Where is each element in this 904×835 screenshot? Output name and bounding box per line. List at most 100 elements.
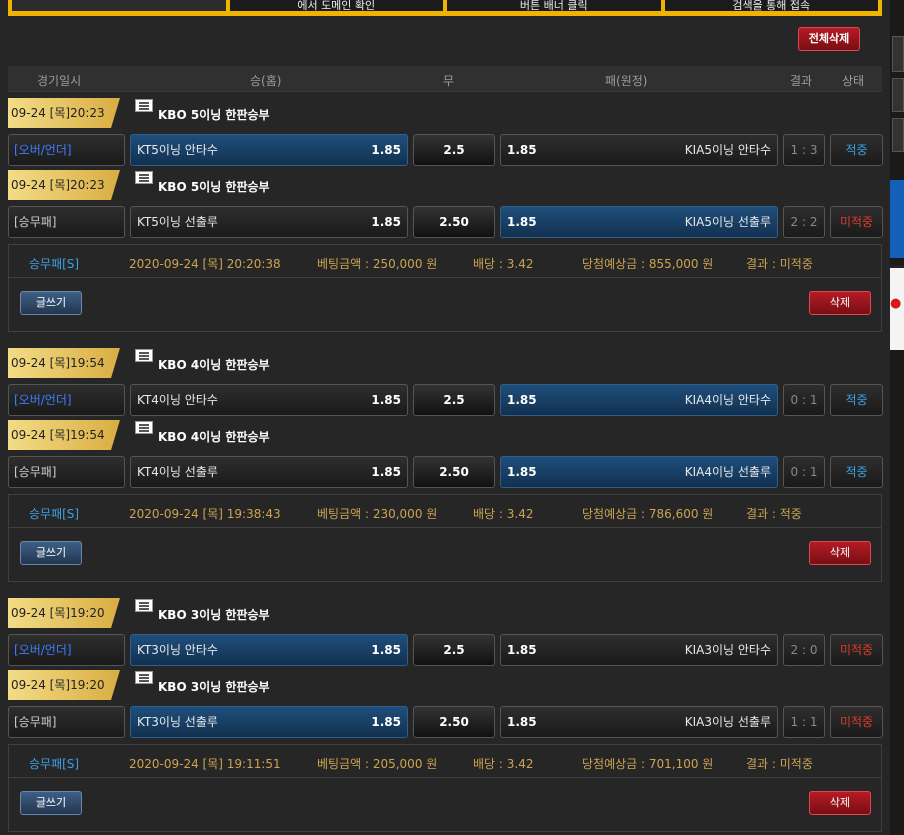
top-banner[interactable]: 에서 도메인 확인 버튼 배너 클릭 검색을 통해 접속 [8, 0, 882, 16]
away-team: KIA5이닝 선출루 [684, 215, 771, 229]
status-badge: 미적중 [830, 206, 883, 238]
game-row: [승무패] KT5이닝 선출루 1.85 2.50 1.85 KIA5이닝 선출루 … [8, 206, 884, 240]
away-odds-cell[interactable]: 1.85 KIA3이닝 안타수 [500, 634, 778, 666]
delete-all-button[interactable]: 전체삭제 [798, 27, 860, 51]
delete-button[interactable]: 삭제 [809, 791, 871, 815]
delete-button[interactable]: 삭제 [809, 541, 871, 565]
bet-summary: 승무패[S] 2020-09-24 [목] 20:20:38 베팅금액 : 25… [8, 244, 882, 332]
column-date: 경기일시 [37, 74, 82, 88]
league-flag-icon [135, 421, 153, 434]
draw-odds-cell[interactable]: 2.5 [413, 384, 495, 416]
home-team: KT3이닝 선출루 [137, 715, 218, 729]
status-badge: 적중 [830, 384, 883, 416]
game-header: 09-24 [목]19:54 KBO 4이닝 한판승부 [8, 420, 308, 450]
delete-button[interactable]: 삭제 [809, 291, 871, 315]
summary-odds: 배당 : 3.42 [473, 757, 534, 771]
column-draw: 무 [443, 74, 455, 88]
column-home: 승(홈) [250, 74, 282, 88]
away-team: KIA3이닝 선출루 [684, 715, 771, 729]
home-odds-cell[interactable]: KT4이닝 선출루 1.85 [130, 456, 408, 488]
summary-result: 결과 : 미적중 [746, 757, 813, 771]
away-odd: 1.85 [507, 715, 537, 729]
home-odds-cell[interactable]: KT3이닝 선출루 1.85 [130, 706, 408, 738]
draw-odds-cell[interactable]: 2.50 [413, 706, 495, 738]
away-team: KIA5이닝 안타수 [684, 143, 771, 157]
away-odds-cell[interactable]: 1.85 KIA4이닝 선출루 [500, 456, 778, 488]
summary-amount: 베팅금액 : 205,000 원 [317, 757, 438, 771]
bet-type: [오버/언더] [8, 134, 125, 166]
game-header: 09-24 [목]19:20 KBO 3이닝 한판승부 [8, 598, 308, 628]
game-row: [승무패] KT4이닝 선출루 1.85 2.50 1.85 KIA4이닝 선출루 … [8, 456, 884, 490]
away-odds-cell[interactable]: 1.85 KIA4이닝 안타수 [500, 384, 778, 416]
status-badge: 적중 [830, 456, 883, 488]
game-row: [오버/언더] KT4이닝 안타수 1.85 2.5 1.85 KIA4이닝 안타수… [8, 384, 884, 418]
home-odd: 1.85 [371, 643, 401, 657]
summary-line: 승무패[S] 2020-09-24 [목] 20:20:38 베팅금액 : 25… [9, 245, 881, 278]
home-odd: 1.85 [371, 143, 401, 157]
bet-type: [승무패] [8, 206, 125, 238]
away-odds-cell[interactable]: 1.85 KIA5이닝 선출루 [500, 206, 778, 238]
summary-line: 승무패[S] 2020-09-24 [목] 19:11:51 베팅금액 : 20… [9, 745, 881, 778]
draw-odds-cell[interactable]: 2.5 [413, 634, 495, 666]
game-title: KBO 5이닝 한판승부 [158, 108, 270, 122]
bet-slip: 09-24 [목]19:20 KBO 3이닝 한판승부 [오버/언더] KT3이… [0, 598, 904, 835]
game-header: 09-24 [목]19:54 KBO 4이닝 한판승부 [8, 348, 308, 378]
home-odds-cell[interactable]: KT4이닝 안타수 1.85 [130, 384, 408, 416]
write-button[interactable]: 글쓰기 [20, 291, 82, 315]
draw-odds-cell[interactable]: 2.5 [413, 134, 495, 166]
draw-odds-cell[interactable]: 2.50 [413, 456, 495, 488]
write-button[interactable]: 글쓰기 [20, 791, 82, 815]
game-title: KBO 3이닝 한판승부 [158, 680, 270, 694]
away-team: KIA4이닝 안타수 [684, 393, 771, 407]
away-odds-cell[interactable]: 1.85 KIA5이닝 안타수 [500, 134, 778, 166]
bet-summary: 승무패[S] 2020-09-24 [목] 19:11:51 베팅금액 : 20… [8, 744, 882, 832]
side-tab[interactable] [892, 36, 904, 72]
summary-expected: 당첨예상금 : 786,600 원 [582, 507, 714, 521]
summary-category: 승무패[S] [29, 757, 80, 771]
score: 2 : 0 [783, 634, 825, 666]
summary-datetime: 2020-09-24 [목] 20:20:38 [129, 257, 281, 271]
home-odd: 1.85 [371, 715, 401, 729]
summary-odds: 배당 : 3.42 [473, 257, 534, 271]
bet-type: [승무패] [8, 706, 125, 738]
draw-odds-cell[interactable]: 2.50 [413, 206, 495, 238]
league-flag-icon [135, 171, 153, 184]
status-badge: 미적중 [830, 706, 883, 738]
game-header: 09-24 [목]20:23 KBO 5이닝 한판승부 [8, 98, 308, 128]
home-odds-cell[interactable]: KT5이닝 선출루 1.85 [130, 206, 408, 238]
bet-type: [오버/언더] [8, 384, 125, 416]
home-odds-cell[interactable]: KT3이닝 안타수 1.85 [130, 634, 408, 666]
summary-category: 승무패[S] [29, 507, 80, 521]
column-away: 패(원정) [605, 74, 648, 88]
banner-segment: 검색을 통해 접속 [660, 0, 879, 11]
game-row: [승무패] KT3이닝 선출루 1.85 2.50 1.85 KIA3이닝 선출루 … [8, 706, 884, 740]
away-odd: 1.85 [507, 465, 537, 479]
score: 1 : 3 [783, 134, 825, 166]
away-odds-cell[interactable]: 1.85 KIA3이닝 선출루 [500, 706, 778, 738]
summary-result: 결과 : 미적중 [746, 257, 813, 271]
summary-odds: 배당 : 3.42 [473, 507, 534, 521]
summary-category: 승무패[S] [29, 257, 80, 271]
game-date: 09-24 [목]20:23 [8, 170, 120, 200]
banner-strip: 에서 도메인 확인 버튼 배너 클릭 검색을 통해 접속 [12, 0, 878, 11]
column-result: 결과 [790, 74, 813, 88]
summary-expected: 당첨예상금 : 701,100 원 [582, 757, 714, 771]
away-odd: 1.85 [507, 215, 537, 229]
home-odds-cell[interactable]: KT5이닝 안타수 1.85 [130, 134, 408, 166]
game-date: 09-24 [목]19:20 [8, 670, 120, 700]
summary-line: 승무패[S] 2020-09-24 [목] 19:38:43 베팅금액 : 23… [9, 495, 881, 528]
league-flag-icon [135, 671, 153, 684]
away-odd: 1.85 [507, 143, 537, 157]
summary-datetime: 2020-09-24 [목] 19:38:43 [129, 507, 281, 521]
home-team: KT5이닝 안타수 [137, 143, 218, 157]
away-odd: 1.85 [507, 393, 537, 407]
bet-summary: 승무패[S] 2020-09-24 [목] 19:38:43 베팅금액 : 23… [8, 494, 882, 582]
banner-segment-blank [12, 0, 226, 11]
banner-segment: 에서 도메인 확인 [225, 0, 444, 11]
home-team: KT4이닝 선출루 [137, 465, 218, 479]
away-team: KIA3이닝 안타수 [684, 643, 771, 657]
summary-amount: 베팅금액 : 230,000 원 [317, 507, 438, 521]
game-title: KBO 4이닝 한판승부 [158, 358, 270, 372]
write-button[interactable]: 글쓰기 [20, 541, 82, 565]
league-flag-icon [135, 599, 153, 612]
